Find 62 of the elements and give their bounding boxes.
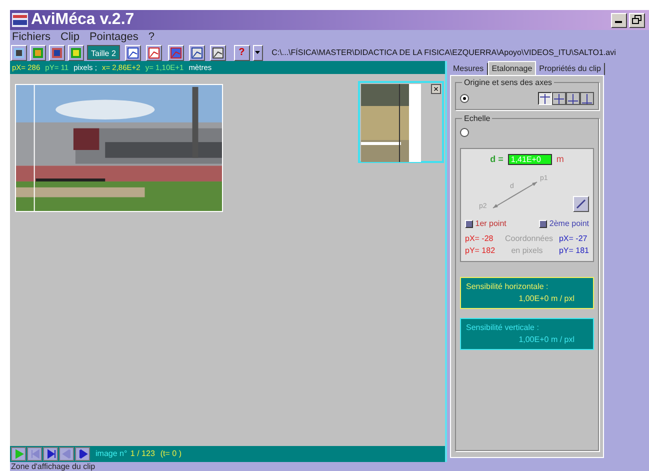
chart-button[interactable] bbox=[168, 44, 184, 60]
playback-button[interactable] bbox=[75, 447, 90, 461]
menu-item[interactable]: Clip bbox=[60, 30, 80, 44]
minimize-button[interactable] bbox=[610, 12, 626, 28]
prev-icon bbox=[62, 449, 72, 459]
sensitivity-title: Sensibilité verticale : bbox=[466, 322, 540, 334]
distance-label: d = bbox=[490, 152, 504, 166]
coordinate-text: pX= -27 bbox=[558, 232, 588, 244]
menu-item[interactable]: Pointages bbox=[89, 30, 138, 44]
next-icon bbox=[78, 449, 88, 459]
unit-label: m bbox=[556, 152, 564, 166]
size-spinner[interactable]: Taille 2 bbox=[87, 45, 120, 60]
window-title: AviMéca v.2.7 bbox=[31, 10, 134, 30]
time-label: (t= 0 ) bbox=[160, 448, 182, 460]
caret-icon bbox=[255, 51, 260, 54]
measure-line bbox=[492, 182, 538, 208]
file-path: C:\...\FÍSICA\MASTER\DIDACTICA DE LA FISICA\EZQUERRA\Apoyo\VIDEOS_ITU\SALTO1.avi bbox=[272, 46, 616, 58]
restore-icon bbox=[632, 14, 642, 24]
radio-button[interactable] bbox=[460, 128, 469, 137]
screen-button[interactable] bbox=[188, 44, 205, 60]
menu-item[interactable]: Fichiers bbox=[12, 30, 51, 44]
play-icon bbox=[14, 449, 24, 459]
radio-button[interactable] bbox=[460, 94, 469, 103]
first-icon bbox=[30, 449, 40, 459]
menu-item[interactable]: ? bbox=[148, 30, 155, 44]
axis-button[interactable] bbox=[538, 92, 552, 105]
coordinate-text: pY= 181 bbox=[558, 244, 589, 256]
clip-button[interactable] bbox=[30, 44, 46, 60]
checkbox[interactable] bbox=[465, 220, 473, 228]
coordinate-text: pX= -28 bbox=[465, 232, 494, 244]
checkbox-label: 2ème point bbox=[549, 218, 589, 230]
coordinate-text: pY= 182 bbox=[465, 244, 496, 256]
app-icon bbox=[12, 13, 28, 27]
axes-icon bbox=[582, 94, 592, 104]
printer-button[interactable] bbox=[210, 44, 226, 60]
chart-icon bbox=[170, 46, 182, 58]
table-button[interactable] bbox=[146, 44, 162, 60]
tab[interactable]: Etalonnage bbox=[488, 61, 536, 75]
graph-icon bbox=[127, 46, 140, 58]
checkbox[interactable] bbox=[539, 220, 548, 228]
last-icon bbox=[46, 449, 56, 459]
playback-button[interactable] bbox=[43, 447, 58, 461]
axes-icon bbox=[568, 94, 578, 104]
dropdown-button[interactable] bbox=[252, 44, 263, 60]
image-button[interactable] bbox=[49, 44, 65, 60]
sensitivity-value: 1,00E+0 m / pxl bbox=[518, 293, 576, 305]
sensitivity-title: Sensibilité horizontale : bbox=[466, 281, 550, 293]
frame-label: image n° bbox=[96, 448, 128, 460]
group-title: Origine et sens des axes bbox=[462, 77, 554, 89]
restore-button[interactable] bbox=[628, 12, 645, 28]
close-button[interactable]: × bbox=[431, 84, 441, 94]
film-button[interactable] bbox=[11, 44, 27, 60]
axes-icon bbox=[540, 94, 550, 104]
checkbox-label: 1er point bbox=[475, 218, 506, 230]
ruler-button[interactable] bbox=[573, 196, 589, 212]
graph-button[interactable] bbox=[125, 44, 142, 60]
frame-counter: 1 / 123 bbox=[130, 448, 155, 460]
axes-icon bbox=[554, 94, 564, 104]
sensitivity-value: 1,00E+0 m / pxl bbox=[518, 334, 576, 346]
ruler-icon bbox=[576, 198, 586, 208]
status-text: Zone d'affichage du clip bbox=[10, 462, 96, 471]
refresh-button[interactable] bbox=[68, 44, 84, 60]
